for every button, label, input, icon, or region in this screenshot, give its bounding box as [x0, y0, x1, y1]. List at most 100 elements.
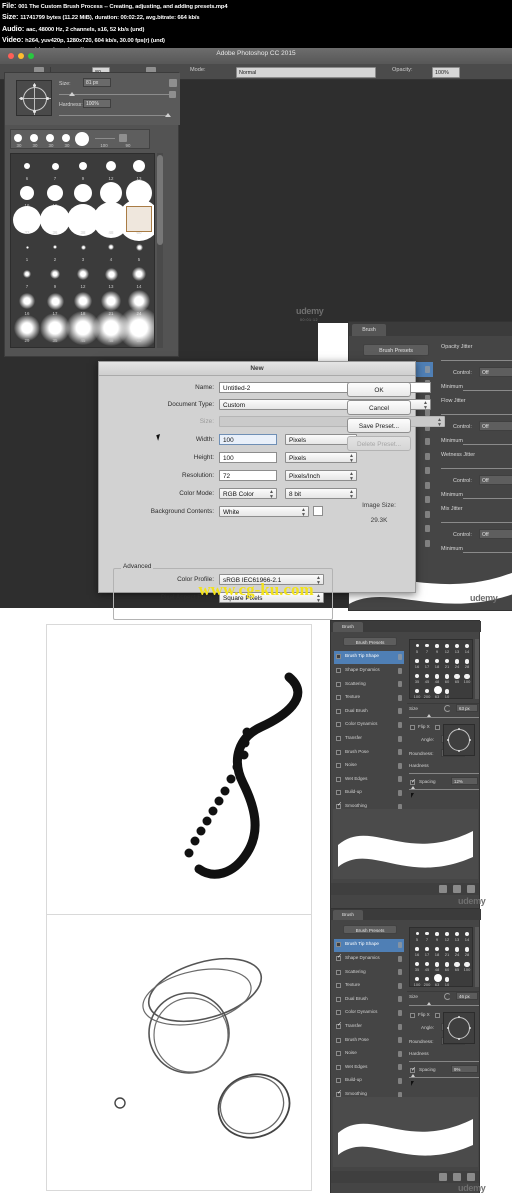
- flip-x-checkbox[interactable]: [410, 725, 415, 730]
- brush-tip-thumb[interactable]: [434, 674, 440, 679]
- brush-option-color-dynamics[interactable]: Color Dynamics: [334, 1007, 404, 1020]
- opacity-jitter-control-select[interactable]: Off: [479, 367, 512, 377]
- lock-icon[interactable]: [398, 790, 402, 796]
- brush-presets-button[interactable]: Brush Presets: [343, 637, 397, 646]
- brush-option-texture[interactable]: Texture: [334, 692, 404, 705]
- brush-tip-thumb[interactable]: [425, 644, 429, 648]
- lock-icon[interactable]: [398, 667, 402, 674]
- brush-tip-thumb[interactable]: [425, 947, 429, 951]
- angle-handle-bottom-icon[interactable]: [458, 750, 460, 752]
- brush-preset-grid[interactable]: 6791213161819242932363848601234579121314…: [10, 153, 155, 348]
- brush-tip-scrollbar[interactable]: [475, 927, 479, 987]
- lock-icon[interactable]: [398, 1037, 402, 1044]
- tab-brush[interactable]: Brush: [333, 910, 363, 920]
- brush-tip-scrollbar[interactable]: [475, 639, 479, 699]
- brush-option-transfer[interactable]: Transfer: [334, 733, 404, 746]
- brush-option-wet-edges[interactable]: Wet Edges: [334, 773, 404, 786]
- checkbox-icon[interactable]: [336, 681, 341, 687]
- brush-preset-thumb[interactable]: [101, 291, 121, 311]
- brush-option-noise[interactable]: Noise: [334, 1048, 404, 1061]
- preset-size-value[interactable]: 81 px: [83, 78, 111, 87]
- brush-preset-thumb[interactable]: [106, 161, 116, 171]
- lock-icon[interactable]: [398, 996, 402, 1003]
- preset-menu-icon[interactable]: [169, 79, 177, 87]
- angle-control-dial[interactable]: [448, 1017, 470, 1039]
- reset-size-icon[interactable]: [444, 993, 451, 1000]
- strip-options-icon[interactable]: [119, 134, 127, 142]
- lock-icon[interactable]: [425, 438, 430, 445]
- preset-delete-icon[interactable]: [169, 91, 176, 98]
- tab-brush[interactable]: Brush: [333, 622, 363, 632]
- lock-icon[interactable]: [398, 694, 402, 701]
- brush-option-brush-tip-shape[interactable]: Brush Tip Shape: [334, 939, 404, 952]
- brush-option-texture[interactable]: Texture: [334, 980, 404, 993]
- size-slider-handle[interactable]: [427, 1002, 431, 1005]
- brush-option-brush-pose[interactable]: Brush Pose: [334, 746, 404, 759]
- photoshop-titlebar[interactable]: Adobe Photoshop CC 2015: [0, 48, 512, 64]
- brush-grid-scrollbar[interactable]: [157, 153, 163, 348]
- lock-icon[interactable]: [398, 654, 402, 660]
- brush-preset-thumb[interactable]: [46, 292, 64, 310]
- brush-tip-thumb[interactable]: [435, 644, 439, 648]
- resolution-unit-select[interactable]: Pixels/Inch ▲ ▼: [285, 470, 357, 481]
- new-brush-icon[interactable]: [467, 1173, 475, 1181]
- checkbox-icon[interactable]: [336, 1051, 341, 1057]
- lock-icon[interactable]: [425, 467, 430, 474]
- brush-preset-thumb[interactable]: [74, 292, 92, 310]
- wetness-jitter-control-select[interactable]: Off: [479, 475, 512, 485]
- brush-tip-thumb[interactable]: [434, 974, 442, 982]
- brush-preset-thumb[interactable]: [19, 293, 35, 309]
- flow-jitter-control-select[interactable]: Off: [479, 421, 512, 431]
- lock-icon[interactable]: [425, 525, 430, 532]
- brush-option-noise[interactable]: Noise: [334, 760, 404, 773]
- checkbox-icon[interactable]: [336, 1078, 341, 1084]
- spacing-checkbox[interactable]: [410, 1066, 416, 1073]
- lock-icon[interactable]: [398, 681, 402, 688]
- brush-preset-thumb[interactable]: [100, 182, 122, 204]
- mode-select[interactable]: Normal: [236, 66, 376, 78]
- angle-handle-left-icon[interactable]: [447, 739, 449, 741]
- lock-icon[interactable]: [398, 982, 402, 989]
- preset-size-slider-handle[interactable]: [69, 92, 75, 96]
- opacity-field[interactable]: 100%: [432, 66, 460, 78]
- size-slider-track[interactable]: [409, 1005, 479, 1006]
- spacing-checkbox[interactable]: [410, 778, 416, 785]
- background-color-swatch[interactable]: [313, 506, 323, 516]
- brush-presets-button[interactable]: Brush Presets: [343, 925, 397, 934]
- brush-presets-button[interactable]: Brush Presets: [363, 344, 429, 356]
- hardness-slider-track[interactable]: [409, 773, 479, 774]
- size-slider-track[interactable]: [409, 717, 479, 718]
- checkbox-icon[interactable]: [336, 1021, 342, 1029]
- new-brush-icon[interactable]: [467, 885, 475, 893]
- scrollbar-thumb[interactable]: [157, 155, 163, 245]
- lock-icon[interactable]: [425, 539, 430, 547]
- brush-tip-thumb[interactable]: [455, 932, 459, 936]
- lock-icon[interactable]: [398, 1023, 402, 1030]
- lock-icon[interactable]: [425, 496, 430, 503]
- brush-preset-thumb[interactable]: [79, 162, 87, 170]
- ok-button[interactable]: OK: [347, 382, 411, 397]
- brush-preset-thumb[interactable]: [24, 163, 30, 169]
- brush-tip-thumb[interactable]: [434, 686, 442, 694]
- lock-icon[interactable]: [398, 735, 402, 742]
- brush-option-transfer[interactable]: Transfer: [334, 1021, 404, 1034]
- delete-brush-icon[interactable]: [439, 1173, 447, 1181]
- spacing-slider-track[interactable]: [409, 1077, 479, 1078]
- checkbox-icon[interactable]: [336, 983, 341, 989]
- lock-icon[interactable]: [398, 969, 402, 976]
- checkbox-icon[interactable]: [336, 695, 341, 701]
- brush-tip-thumb[interactable]: [415, 947, 419, 951]
- spacing-slider-handle[interactable]: [411, 786, 415, 789]
- lock-icon[interactable]: [425, 452, 430, 460]
- brush-tip-thumb[interactable]: [425, 659, 429, 663]
- checkbox-icon[interactable]: [336, 735, 341, 741]
- angle-handle-right-icon[interactable]: [469, 739, 471, 741]
- checkbox-icon[interactable]: [336, 776, 341, 782]
- flip-y-checkbox[interactable]: [435, 1013, 440, 1018]
- brush-preset-thumb[interactable]: [104, 267, 118, 281]
- spacing-field[interactable]: 12%: [451, 777, 478, 785]
- brush-tip-thumb[interactable]: [455, 644, 459, 648]
- checkbox-icon[interactable]: [336, 749, 341, 755]
- brush-option-build-up[interactable]: Build-up: [334, 787, 404, 800]
- lock-icon[interactable]: [398, 762, 402, 769]
